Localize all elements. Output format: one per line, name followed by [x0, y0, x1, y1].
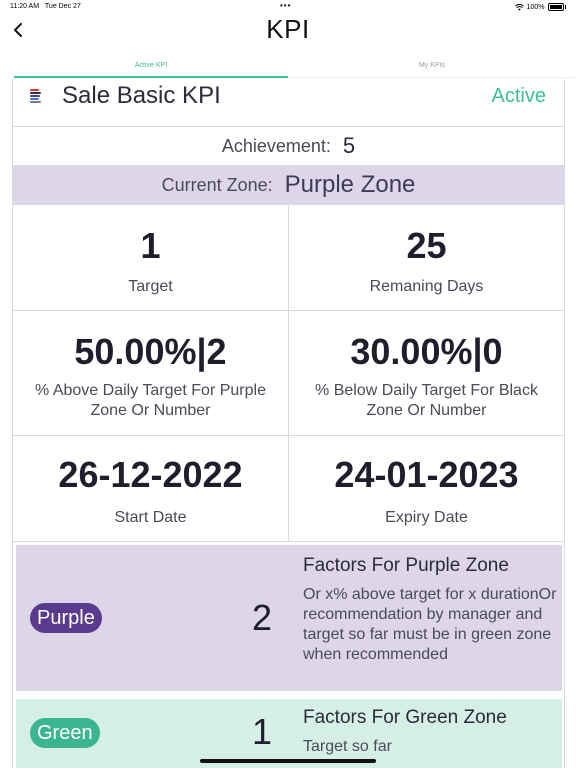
stats-row: 50.00%|2 % Above Daily Target For Purple…	[13, 311, 564, 436]
stat-expiry-date: 24-01-2023 Expiry Date	[289, 436, 564, 541]
achievement-row: Achievement: 5	[13, 127, 564, 166]
stat-value: 25	[406, 225, 447, 266]
tab-active-kpi[interactable]: Active KPI	[14, 54, 288, 76]
page-title: KPI	[266, 14, 310, 44]
stats-row: 1 Target 25 Remaning Days	[13, 205, 564, 311]
factor-count: 2	[252, 597, 273, 638]
zone-pill-purple: Purple	[30, 603, 102, 633]
status-bar: 11:20 AM Tue Dec 27 ••• 100%	[0, 0, 576, 14]
stat-label: % Below Daily Target For Black Zone Or N…	[315, 382, 538, 419]
tab-indicator	[14, 76, 288, 78]
factor-title: Factors For Green Zone	[303, 707, 507, 728]
kpi-name: Sale Basic KPI	[62, 82, 221, 109]
stat-value: 24-01-2023	[334, 454, 519, 495]
stat-label: % Above Daily Target For Purple Zone Or …	[35, 382, 266, 419]
kpi-status-badge: Active	[491, 85, 546, 107]
current-zone-row: Current Zone: Purple Zone	[13, 166, 564, 205]
achievement-value: 5	[342, 133, 356, 158]
stat-value: 50.00%|2	[74, 331, 227, 372]
stat-target: 1 Target	[13, 205, 289, 310]
kpi-header[interactable]: Sale Basic KPI Active	[13, 79, 564, 127]
factor-description: Target so far	[303, 738, 392, 755]
factor-description: Or x% above target for x durationOr reco…	[303, 586, 557, 663]
factor-purple-zone[interactable]: Purple 2 Factors For Purple Zone Or x% a…	[16, 545, 562, 691]
stat-label: Start Date	[114, 509, 187, 526]
stats-row: 26-12-2022 Start Date 24-01-2023 Expiry …	[13, 436, 564, 542]
status-right: 100%	[514, 3, 566, 11]
multitasking-dots-icon[interactable]: •••	[280, 1, 291, 10]
stat-label: Remaning Days	[369, 278, 484, 295]
factor-count: 1	[252, 711, 273, 752]
battery-percent: 100%	[526, 3, 545, 11]
wifi-icon	[514, 3, 524, 11]
stat-below-daily-target: 30.00%|0 % Below Daily Target For Black …	[289, 311, 564, 435]
stat-value: 30.00%|0	[350, 331, 503, 372]
status-time: 11:20 AM Tue Dec 27	[10, 3, 81, 10]
navigation-bar: KPI	[0, 14, 576, 50]
stat-start-date: 26-12-2022 Start Date	[13, 436, 289, 541]
achievement-label: Achievement:	[221, 135, 331, 156]
stat-value: 26-12-2022	[58, 454, 243, 495]
factor-green-zone[interactable]: Green 1 Factors For Green Zone Target so…	[16, 699, 562, 768]
tab-my-kpis[interactable]: My KPIs	[288, 54, 576, 76]
tab-bar: Active KPI My KPIs	[14, 54, 576, 78]
stat-above-daily-target: 50.00%|2 % Above Daily Target For Purple…	[13, 311, 289, 435]
kpi-card: Sale Basic KPI Active Achievement: 5 Cur…	[12, 79, 565, 768]
stat-remaining-days: 25 Remaning Days	[289, 205, 564, 310]
battery-icon	[547, 3, 564, 11]
current-zone-label: Current Zone:	[161, 174, 273, 195]
stat-label: Expiry Date	[385, 509, 468, 526]
factor-title: Factors For Purple Zone	[303, 555, 509, 576]
stat-label: Target	[128, 278, 173, 295]
home-indicator[interactable]	[200, 759, 376, 763]
zone-pill-green: Green	[30, 718, 100, 748]
kpi-logo-icon	[30, 88, 46, 104]
stat-value: 1	[140, 225, 161, 266]
current-zone-value: Purple Zone	[284, 171, 416, 198]
